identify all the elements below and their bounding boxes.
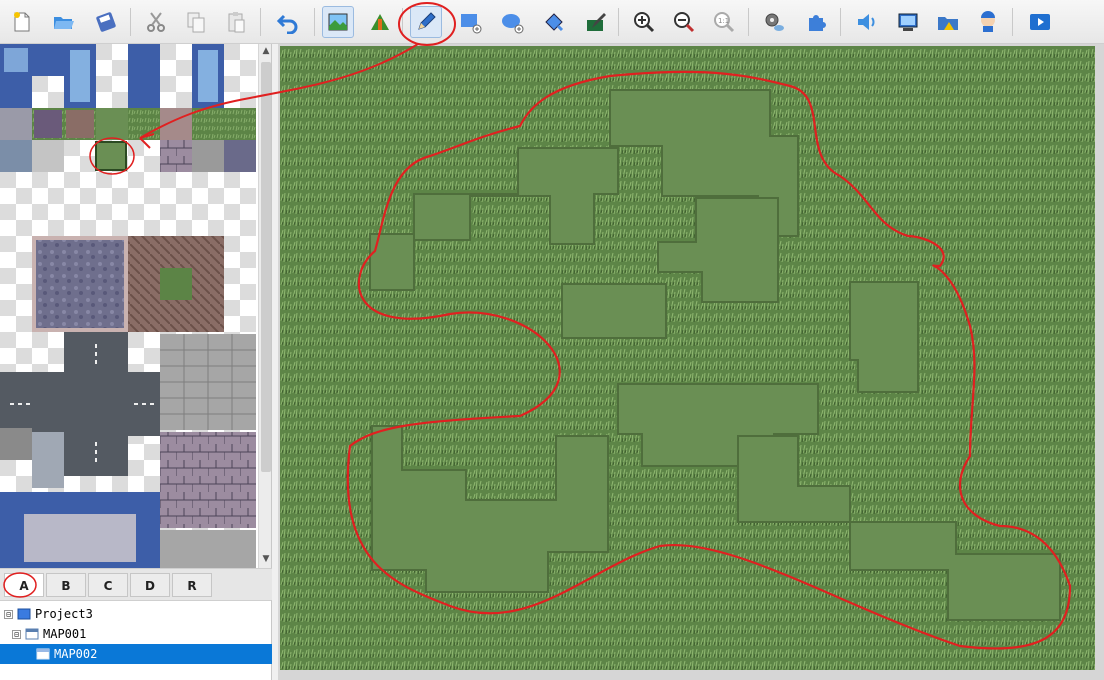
- ellipse-icon: [502, 14, 524, 34]
- tab-annotation-circle: [3, 572, 37, 598]
- map-canvas[interactable]: [280, 46, 1095, 670]
- shadow-pen-icon: [587, 13, 606, 31]
- database-icon: [765, 13, 784, 31]
- tab-c[interactable]: C: [88, 573, 128, 597]
- tab-d[interactable]: D: [130, 573, 170, 597]
- zoom-out-button[interactable]: [668, 6, 700, 38]
- resource-icon: [938, 17, 958, 30]
- tab-r[interactable]: R: [172, 573, 212, 597]
- tree-item-label: MAP002: [54, 647, 98, 661]
- svg-text:1:1: 1:1: [718, 17, 729, 25]
- cut-button[interactable]: [140, 6, 172, 38]
- map-mode-button[interactable]: [322, 6, 354, 38]
- scissors-icon: [147, 12, 165, 32]
- tree-item-project[interactable]: ⊟ Project3: [0, 604, 272, 624]
- character-generator-button[interactable]: [972, 6, 1004, 38]
- open-folder-icon: [54, 17, 74, 29]
- scroll-up-arrow[interactable]: ▲: [260, 44, 271, 58]
- database-button[interactable]: [758, 6, 790, 38]
- scroll-down-arrow[interactable]: ▼: [260, 552, 271, 566]
- pencil-icon: [418, 12, 436, 30]
- map-tree: ⊟ Project3 ⊟ MAP001 MAP002: [0, 600, 272, 680]
- event-icon: [371, 14, 389, 30]
- event-searcher-button[interactable]: [892, 6, 924, 38]
- map-file-icon: [36, 648, 50, 660]
- fill-icon: [545, 13, 564, 32]
- tileset-palette: ▲ ▼: [0, 44, 272, 568]
- fill-tool-button[interactable]: [538, 6, 570, 38]
- rectangle-tool-button[interactable]: [454, 6, 486, 38]
- tileset-tabs: A B C D R: [0, 568, 272, 600]
- tileset-canvas[interactable]: [0, 44, 256, 568]
- search-window-icon: [898, 13, 918, 31]
- resource-manager-button[interactable]: [932, 6, 964, 38]
- rectangle-icon: [461, 14, 482, 34]
- project-icon: [17, 608, 31, 620]
- zoom-in-icon: [634, 12, 655, 33]
- tileset-scrollbar[interactable]: ▲ ▼: [258, 44, 271, 568]
- save-project-button[interactable]: [90, 6, 122, 38]
- tree-item-map001[interactable]: ⊟ MAP001: [0, 624, 272, 644]
- undo-icon: [276, 14, 298, 34]
- new-project-button[interactable]: [6, 6, 38, 38]
- zoom-actual-icon: 1:1: [714, 12, 735, 33]
- tab-b[interactable]: B: [46, 573, 86, 597]
- zoom-out-icon: [674, 12, 695, 33]
- copy-icon: [187, 12, 205, 33]
- tree-item-label: MAP001: [43, 627, 87, 641]
- tree-item-map002[interactable]: MAP002: [0, 644, 272, 664]
- map-editor-area: [278, 44, 1104, 680]
- map-icon: [328, 13, 348, 31]
- paste-icon: [228, 12, 245, 33]
- zoom-actual-button[interactable]: 1:1: [708, 6, 740, 38]
- collapse-toggle-icon[interactable]: ⊟: [4, 609, 13, 619]
- pencil-tool-button[interactable]: [410, 6, 442, 38]
- plugin-icon: [809, 15, 826, 31]
- scroll-thumb[interactable]: [261, 62, 271, 472]
- toolbar: 1:1: [0, 0, 1104, 44]
- event-mode-button[interactable]: [364, 6, 396, 38]
- save-icon: [96, 12, 116, 32]
- collapse-toggle-icon[interactable]: ⊟: [12, 629, 21, 639]
- zoom-in-button[interactable]: [628, 6, 660, 38]
- sound-test-button[interactable]: [850, 6, 882, 38]
- paste-button[interactable]: [220, 6, 252, 38]
- open-project-button[interactable]: [48, 6, 80, 38]
- playtest-button[interactable]: [1024, 6, 1056, 38]
- sound-icon: [858, 14, 875, 30]
- shadow-pen-button[interactable]: [580, 6, 612, 38]
- play-icon: [1030, 14, 1050, 30]
- map-file-icon: [25, 628, 39, 640]
- tree-item-label: Project3: [35, 607, 93, 621]
- plugin-manager-button[interactable]: [800, 6, 832, 38]
- ellipse-tool-button[interactable]: [496, 6, 528, 38]
- new-file-icon: [14, 12, 30, 32]
- character-icon: [981, 11, 995, 32]
- copy-button[interactable]: [180, 6, 212, 38]
- undo-button[interactable]: [272, 6, 304, 38]
